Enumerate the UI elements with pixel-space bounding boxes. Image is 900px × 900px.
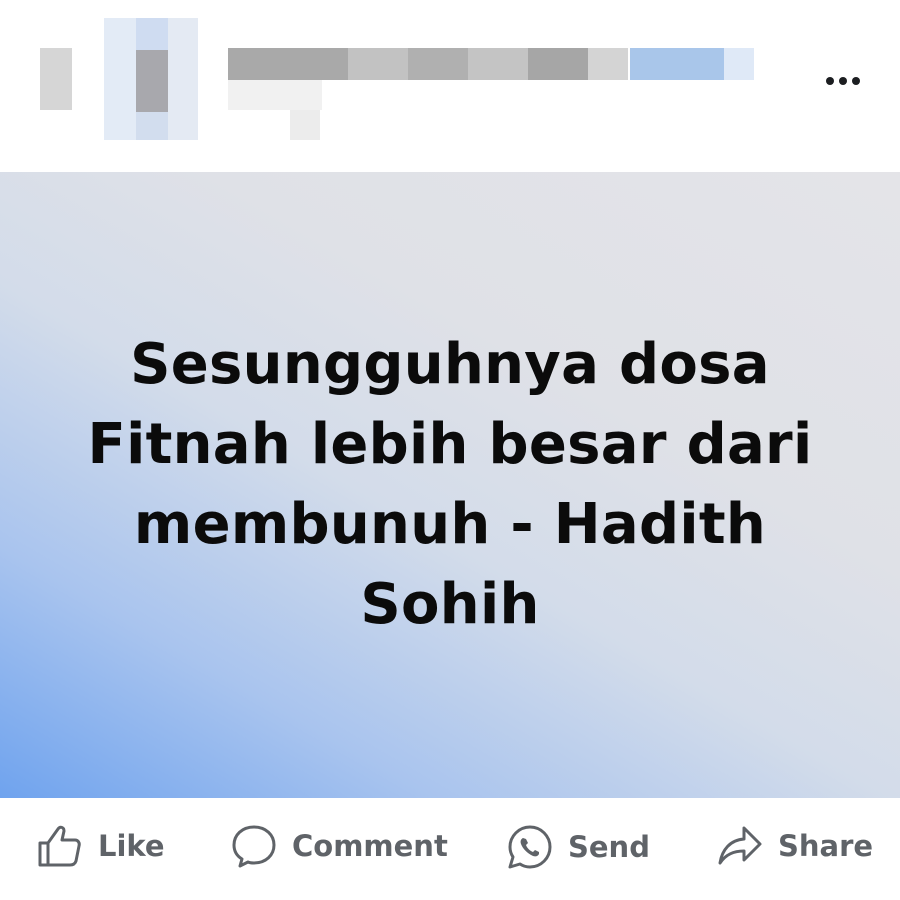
comment-bubble-icon <box>232 825 276 868</box>
more-options-button[interactable] <box>826 74 864 88</box>
share-label: Share <box>778 829 874 863</box>
post-text: Sesungguhnya dosa Fitnah lebih besar dar… <box>87 332 813 637</box>
more-horizontal-icon <box>826 77 834 85</box>
like-label: Like <box>98 829 165 863</box>
send-label: Send <box>568 830 650 864</box>
comment-label: Comment <box>292 829 448 863</box>
more-horizontal-icon-dot <box>839 77 847 85</box>
post-background-card: Sesungguhnya dosa Fitnah lebih besar dar… <box>0 172 900 798</box>
redacted-avatar[interactable] <box>0 0 230 150</box>
more-horizontal-icon-dot <box>852 77 860 85</box>
like-button[interactable]: Like <box>36 823 165 869</box>
send-button[interactable]: Send <box>506 823 650 871</box>
comment-button[interactable]: Comment <box>230 823 448 869</box>
share-button[interactable]: Share <box>716 823 873 869</box>
redacted-author-name[interactable] <box>200 40 760 140</box>
whatsapp-icon <box>508 825 552 869</box>
share-arrow-icon <box>718 826 762 865</box>
post-header <box>0 0 900 172</box>
thumbs-up-icon <box>38 825 81 867</box>
